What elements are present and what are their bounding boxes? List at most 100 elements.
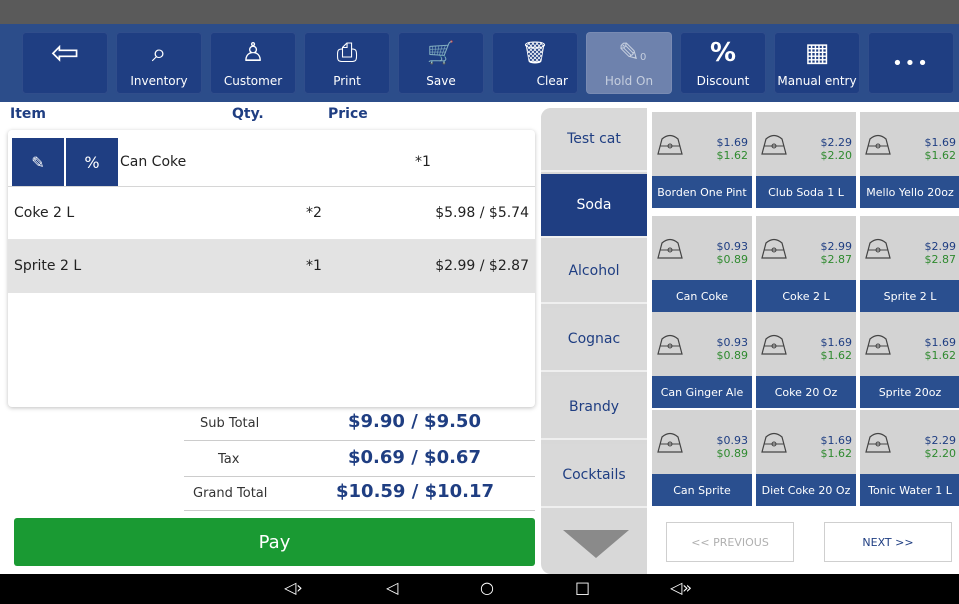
discount-label: Discount	[696, 74, 750, 88]
home-nav-icon[interactable]: ○	[480, 578, 494, 597]
product-image: $1.69 $1.62	[860, 312, 959, 376]
product-tile[interactable]: $0.93 $0.89 Can Ginger Ale	[652, 312, 752, 408]
order-row[interactable]: Coke 2 L *2 $5.98 / $5.74	[8, 187, 535, 240]
product-name: Club Soda 1 L	[756, 176, 856, 208]
product-price: $0.93	[716, 336, 749, 349]
product-image: $1.69 $1.62	[860, 112, 959, 176]
calculator-icon: ▦	[804, 38, 830, 68]
product-tile[interactable]: $1.69 $1.62 Diet Coke 20 Oz	[756, 410, 856, 506]
product-tile[interactable]: $1.69 $1.62 Coke 20 Oz	[756, 312, 856, 408]
product-name: Coke 2 L	[756, 280, 856, 312]
product-tile[interactable]: $1.69 $1.62 Borden One Pint	[652, 112, 752, 208]
pin-icon: ✎	[618, 38, 640, 68]
product-tile[interactable]: $2.29 $2.20 Club Soda 1 L	[756, 112, 856, 208]
order-item-qty: *1	[306, 258, 322, 274]
customer-label: Customer	[223, 74, 283, 88]
product-tile[interactable]: $2.29 $2.20 Tonic Water 1 L	[860, 410, 959, 506]
product-price: $2.99	[820, 240, 853, 253]
product-price: $2.99	[924, 240, 957, 253]
order-row[interactable]: ✎ % Can Coke *1	[8, 130, 535, 187]
product-name: Can Coke	[652, 280, 752, 312]
save-button[interactable]: 🛒 Save	[398, 32, 484, 94]
product-name: Borden One Pint	[652, 176, 752, 208]
manual-entry-button[interactable]: ▦ Manual entry	[774, 32, 860, 94]
product-price-alt: $2.20	[924, 447, 957, 460]
bag-icon	[657, 134, 683, 155]
product-price: $2.29	[820, 136, 853, 149]
inventory-button[interactable]: ⌕ Inventory	[116, 32, 202, 94]
category-test-cat[interactable]: Test cat	[541, 108, 647, 172]
volume-up-icon[interactable]: ◁»	[670, 578, 692, 597]
bag-icon	[865, 238, 891, 259]
product-price-alt: $2.87	[820, 253, 853, 266]
trash-icon: 🗑	[521, 40, 549, 66]
product-name: Coke 20 Oz	[756, 376, 856, 408]
product-image: $2.99 $2.87	[756, 216, 856, 280]
category-soda[interactable]: Soda	[541, 174, 647, 238]
pay-button[interactable]: Pay	[14, 518, 535, 566]
product-name: Sprite 20oz	[860, 376, 959, 408]
product-image: $0.93 $0.89	[652, 216, 752, 280]
product-image: $2.29 $2.20	[860, 410, 959, 474]
item-discount-button[interactable]: %	[66, 138, 118, 186]
volume-down-icon[interactable]: ◁›	[284, 578, 303, 597]
print-label: Print	[333, 74, 361, 88]
product-tile[interactable]: $1.69 $1.62 Mello Yello 20oz	[860, 112, 959, 208]
bag-icon	[657, 432, 683, 453]
hold-count-badge: 0	[640, 52, 647, 63]
percent-icon: %	[84, 152, 100, 172]
product-image: $0.93 $0.89	[652, 410, 752, 474]
search-icon: ⌕	[151, 37, 167, 68]
product-price-alt: $1.62	[820, 349, 853, 362]
order-item-name: Coke 2 L	[14, 205, 75, 221]
order-row[interactable]: Sprite 2 L *1 $2.99 / $2.87	[8, 240, 535, 293]
scroll-down-icon[interactable]	[563, 530, 629, 558]
bag-icon	[865, 432, 891, 453]
product-image: $2.29 $2.20	[756, 112, 856, 176]
customer-button[interactable]: ♙ Customer	[210, 32, 296, 94]
product-tile[interactable]: $0.93 $0.89 Can Sprite	[652, 410, 752, 506]
edit-item-button[interactable]: ✎	[12, 138, 64, 186]
next-page-button[interactable]: NEXT >>	[824, 522, 952, 562]
product-image: $2.99 $2.87	[860, 216, 959, 280]
order-item-price: $5.98 / $5.74	[435, 205, 529, 221]
product-price-alt: $1.62	[820, 447, 853, 460]
category-cognac[interactable]: Cognac	[541, 308, 647, 372]
product-image: $0.93 $0.89	[652, 312, 752, 376]
hold-on-button[interactable]: ✎ 0 Hold On	[586, 32, 672, 94]
product-price: $0.93	[716, 240, 749, 253]
divider	[184, 476, 535, 477]
printer-icon: ⎙	[336, 37, 358, 68]
category-alcohol[interactable]: Alcohol	[541, 240, 647, 304]
recents-nav-icon[interactable]: □	[575, 578, 590, 597]
bag-icon	[761, 238, 787, 259]
print-button[interactable]: ⎙ Print	[304, 32, 390, 94]
product-name: Can Ginger Ale	[652, 376, 752, 408]
order-item-qty: *2	[306, 205, 322, 221]
category-list: Test cat Soda Alcohol Cognac Brandy Cock…	[541, 108, 647, 574]
product-tile[interactable]: $0.93 $0.89 Can Coke	[652, 216, 752, 312]
subtotal-value: $9.90 / $9.50	[348, 411, 481, 432]
user-add-icon: ♙	[241, 38, 265, 68]
product-name: Tonic Water 1 L	[860, 474, 959, 506]
bag-icon	[761, 432, 787, 453]
previous-page-button[interactable]: << PREVIOUS	[666, 522, 794, 562]
tax-label: Tax	[218, 452, 240, 467]
product-image: $1.69 $1.62	[652, 112, 752, 176]
product-price-alt: $0.89	[716, 253, 749, 266]
discount-button[interactable]: % Discount	[680, 32, 766, 94]
pencil-icon: ✎	[31, 152, 45, 172]
category-brandy[interactable]: Brandy	[541, 376, 647, 440]
back-nav-icon[interactable]: ◁	[386, 578, 398, 597]
product-tile[interactable]: $1.69 $1.62 Sprite 20oz	[860, 312, 959, 408]
status-strip	[0, 0, 959, 24]
product-tile[interactable]: $2.99 $2.87 Coke 2 L	[756, 216, 856, 312]
save-label: Save	[426, 74, 456, 88]
product-price: $1.69	[820, 336, 853, 349]
more-button[interactable]: •••	[868, 32, 954, 94]
category-cocktails[interactable]: Cocktails	[541, 444, 647, 508]
clear-button[interactable]: 🗑 Clear	[492, 32, 578, 94]
back-button[interactable]: ⇦	[22, 32, 108, 94]
product-name: Diet Coke 20 Oz	[756, 474, 856, 506]
product-tile[interactable]: $2.99 $2.87 Sprite 2 L	[860, 216, 959, 312]
